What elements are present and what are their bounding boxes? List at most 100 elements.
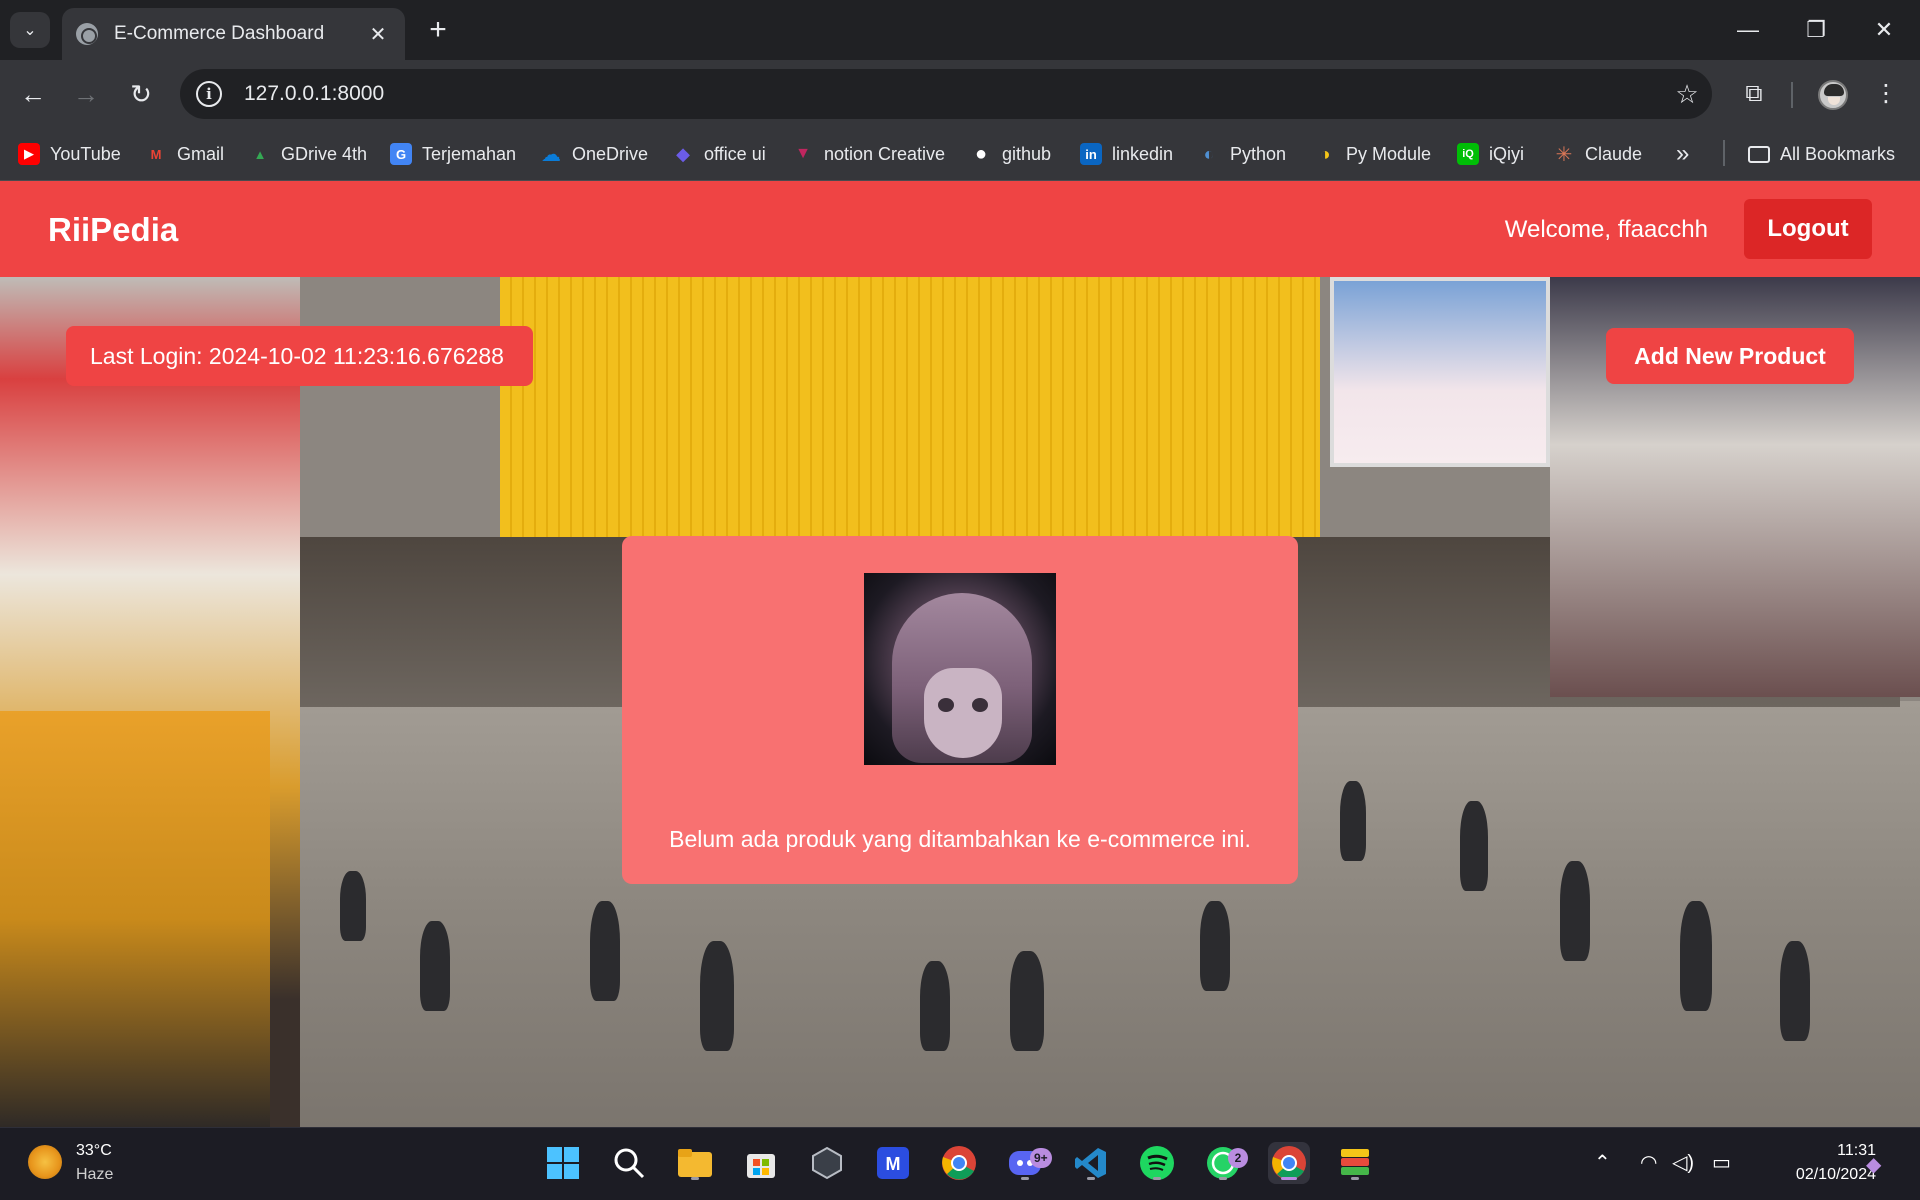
bookmark-label: iQiyi: [1489, 143, 1524, 164]
wifi-icon[interactable]: ◠: [1640, 1150, 1657, 1175]
office-icon: ◆: [676, 143, 690, 164]
gdrive-icon: ▲: [253, 146, 267, 162]
file-explorer-icon[interactable]: [674, 1142, 716, 1184]
toolbar-divider: [1791, 82, 1793, 108]
bookmark-terjemahan[interactable]: G Terjemahan: [390, 139, 516, 169]
back-icon[interactable]: ←: [13, 74, 53, 114]
chrome-profile-icon[interactable]: [1268, 1142, 1310, 1184]
extensions-icon[interactable]: ⧉: [1734, 74, 1774, 114]
site-brand[interactable]: RiiPedia: [48, 211, 178, 249]
show-hidden-icons-chevron-icon[interactable]: ⌃: [1594, 1150, 1611, 1175]
bookmarks-bar: ▶ YouTube M Gmail ▲ GDrive 4th G Terjema…: [0, 127, 1920, 181]
bookmark-youtube[interactable]: ▶ YouTube: [18, 139, 121, 169]
minimize-icon[interactable]: —: [1724, 12, 1772, 48]
spotify-icon[interactable]: [1136, 1142, 1178, 1184]
profile-avatar[interactable]: [1818, 80, 1848, 110]
bookmark-label: office ui: [704, 143, 766, 164]
forward-icon[interactable]: →: [66, 74, 106, 114]
bookmark-notion-creative[interactable]: ▼ notion Creative: [792, 139, 945, 169]
bookmark-github[interactable]: ● github: [970, 139, 1051, 169]
tab-search-button[interactable]: ⌄: [10, 12, 50, 48]
web-page: RiiPedia Welcome, ffaacchh Logout Last L…: [0, 181, 1920, 1127]
close-window-icon[interactable]: ✕: [1860, 12, 1908, 48]
search-icon[interactable]: [608, 1142, 650, 1184]
add-new-product-button[interactable]: Add New Product: [1606, 328, 1854, 384]
bookmark-label: GDrive 4th: [281, 143, 368, 164]
site-info-icon[interactable]: i: [196, 81, 222, 107]
chrome-icon[interactable]: [938, 1142, 980, 1184]
windows-start-icon[interactable]: [542, 1142, 584, 1184]
chevron-down-icon: ⌄: [23, 22, 37, 39]
new-tab-button[interactable]: +: [420, 12, 456, 48]
bookmark-python[interactable]: ◐ Python: [1198, 139, 1286, 169]
weather-haze-icon[interactable]: [28, 1145, 62, 1179]
vscode-icon[interactable]: [1070, 1142, 1112, 1184]
bookmark-star-icon[interactable]: ☆: [1662, 79, 1712, 110]
linkedin-icon: in: [1080, 143, 1102, 165]
python-module-icon: ◑: [1319, 143, 1331, 164]
bluestacks-icon[interactable]: [1334, 1142, 1376, 1184]
bookmark-office-ui[interactable]: ◆ office ui: [672, 139, 766, 169]
empty-products-message: Belum ada produk yang ditambahkan ke e-c…: [669, 826, 1251, 852]
bookmark-gmail[interactable]: M Gmail: [145, 139, 224, 169]
browser-tabstrip: ⌄ E-Commerce Dashboard ✕ + — ❐ ✕: [0, 0, 1920, 60]
more-bookmarks-icon[interactable]: »: [1676, 139, 1689, 169]
all-bookmarks-folder[interactable]: All Bookmarks: [1748, 139, 1895, 169]
discord-icon[interactable]: 9+: [1004, 1142, 1052, 1184]
github-icon: ●: [974, 142, 988, 165]
whatsapp-badge: 2: [1228, 1148, 1248, 1168]
last-login-badge: Last Login: 2024-10-02 11:23:16.676288: [66, 326, 533, 386]
weather-temperature[interactable]: 33°C: [76, 1142, 112, 1160]
empty-products-card: Belum ada produk yang ditambahkan ke e-c…: [622, 536, 1298, 884]
bookmark-label: github: [1002, 143, 1052, 164]
site-navbar: RiiPedia Welcome, ffaacchh Logout: [0, 181, 1920, 277]
address-bar[interactable]: i 127.0.0.1:8000 ☆: [180, 69, 1712, 119]
sad-character-image: [864, 573, 1056, 765]
claude-icon: ✳: [1555, 143, 1573, 166]
welcome-text: Welcome, ffaacchh: [1504, 216, 1708, 243]
url-text[interactable]: 127.0.0.1:8000: [244, 82, 1662, 106]
bookmark-iqiyi[interactable]: iQ iQiyi: [1457, 139, 1524, 169]
bookmark-claude[interactable]: ✳ Claude: [1553, 139, 1642, 169]
close-tab-icon[interactable]: ✕: [365, 22, 391, 47]
notification-bell-icon[interactable]: ◆: [1866, 1152, 1881, 1177]
clock-date[interactable]: 02/10/2024: [1756, 1166, 1876, 1184]
bookmark-label: Python: [1230, 143, 1287, 164]
battery-icon[interactable]: ▭: [1712, 1150, 1731, 1175]
logout-button[interactable]: Logout: [1744, 199, 1872, 259]
volume-icon[interactable]: ◁): [1672, 1150, 1694, 1175]
python-icon: ◐: [1203, 143, 1215, 164]
unity-icon[interactable]: [806, 1142, 848, 1184]
ai-app-icon[interactable]: M: [872, 1142, 914, 1184]
bookmark-label: Gmail: [177, 143, 225, 164]
bookmark-label: YouTube: [50, 143, 121, 164]
bookmark-label: Claude: [1585, 143, 1643, 164]
globe-icon: [76, 23, 98, 45]
youtube-icon: ▶: [18, 143, 40, 165]
whatsapp-icon[interactable]: 2: [1202, 1142, 1248, 1184]
bookmark-py-module[interactable]: ◑ Py Module: [1314, 139, 1431, 169]
bookmark-gdrive[interactable]: ▲ GDrive 4th: [249, 139, 367, 169]
reload-icon[interactable]: ↻: [121, 74, 161, 114]
iqiyi-icon: iQ: [1457, 143, 1479, 165]
notion-icon: ▼: [795, 145, 811, 162]
browser-toolbar: ← → ↻ i 127.0.0.1:8000 ☆ ⧉ ⋮: [0, 60, 1920, 127]
more-menu-icon[interactable]: ⋮: [1866, 74, 1906, 114]
bookmarks-divider: [1723, 140, 1725, 166]
restore-icon[interactable]: ❐: [1792, 12, 1840, 48]
bookmark-label: Terjemahan: [422, 143, 517, 164]
svg-text:M: M: [886, 1154, 901, 1174]
weather-description[interactable]: Haze: [76, 1166, 113, 1184]
bookmark-label: Py Module: [1346, 143, 1432, 164]
gmail-icon: M: [150, 146, 162, 162]
windows-taskbar: 33°C Haze M 9+ 2 ⌃ ◠ ◁) ▭ 11:31 02/10/20…: [0, 1127, 1920, 1200]
bookmark-onedrive[interactable]: ☁ OneDrive: [540, 139, 648, 169]
browser-tab-active[interactable]: E-Commerce Dashboard ✕: [62, 8, 405, 60]
bookmark-linkedin[interactable]: in linkedin: [1080, 139, 1173, 169]
onedrive-icon: ☁: [541, 143, 561, 166]
microsoft-store-icon[interactable]: [740, 1142, 782, 1184]
translate-icon: G: [390, 143, 412, 165]
bookmark-label: notion Creative: [824, 143, 946, 164]
all-bookmarks-label: All Bookmarks: [1780, 143, 1896, 164]
discord-badge: 9+: [1030, 1148, 1052, 1168]
